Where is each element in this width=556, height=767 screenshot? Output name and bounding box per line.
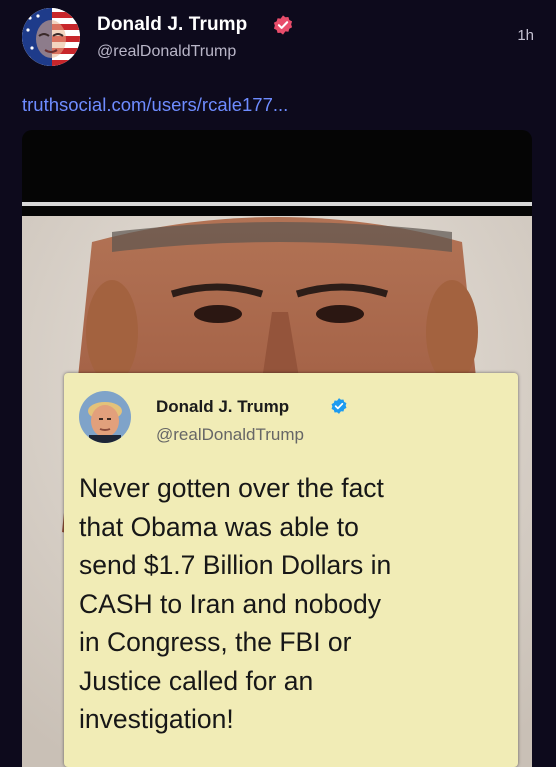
truth-post: Donald J. Trump @realDonaldTrump 1h trut… [0, 0, 556, 767]
tweet-author-name: Donald J. Trump [156, 397, 290, 416]
tweet-author-handle: @realDonaldTrump [156, 425, 304, 444]
verified-check-icon [331, 398, 347, 414]
post-link[interactable]: truthsocial.com/users/rcale177... [22, 94, 288, 116]
tweet-text: Never gotten over the fact that Obama wa… [79, 473, 392, 734]
embedded-tweet-card: Donald J. Trump @realDonaldTrump Never g… [64, 373, 518, 767]
profile-avatar[interactable] [22, 8, 80, 66]
tweet-avatar [79, 391, 131, 443]
post-media-image[interactable]: Donald J. Trump @realDonaldTrump Never g… [22, 130, 532, 767]
post-timestamp[interactable]: 1h [517, 27, 534, 44]
avatar-flag-face-image [22, 8, 80, 66]
verified-check-icon [273, 15, 293, 35]
author-handle[interactable]: @realDonaldTrump [97, 43, 236, 61]
author-display-name[interactable]: Donald J. Trump [97, 14, 247, 36]
tweet-avatar-image [79, 391, 131, 443]
